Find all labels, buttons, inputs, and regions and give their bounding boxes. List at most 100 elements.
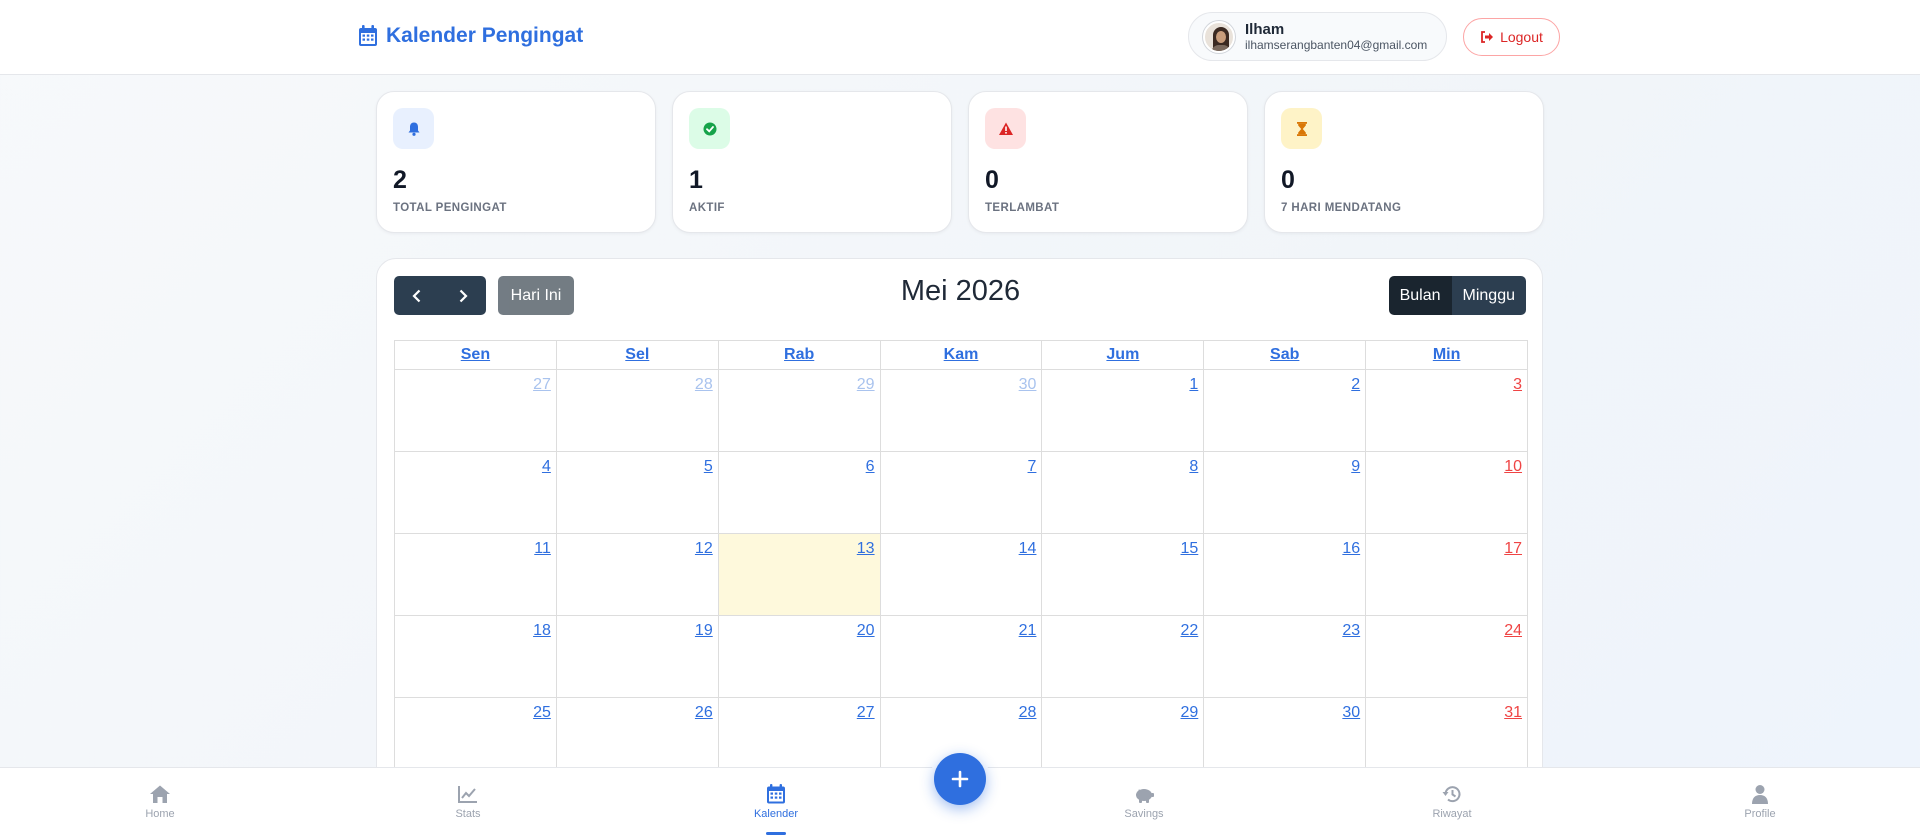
user-chip[interactable]: Ilham ilhamserangbanten04@gmail.com: [1188, 12, 1447, 61]
day-number[interactable]: 17: [1504, 540, 1522, 557]
active-tab-indicator: [766, 832, 786, 835]
nav-label: Savings: [1124, 808, 1164, 820]
day-number[interactable]: 20: [857, 622, 875, 639]
day-number[interactable]: 27: [857, 704, 875, 721]
day-cell[interactable]: 9: [1204, 452, 1367, 534]
day-cell[interactable]: 16: [1204, 534, 1367, 616]
prev-month-button[interactable]: [394, 276, 440, 315]
day-number[interactable]: 2: [1351, 376, 1360, 393]
day-number[interactable]: 10: [1504, 458, 1522, 475]
nav-item-kalender[interactable]: Kalender: [716, 784, 836, 820]
nav-item-savings[interactable]: Savings: [1084, 784, 1204, 820]
day-cell[interactable]: 6: [718, 452, 881, 534]
day-number[interactable]: 27: [533, 376, 551, 393]
stat-icon-wrap: [1281, 108, 1322, 149]
stat-value: 1: [689, 166, 703, 194]
app-title: Kalender Pengingat: [386, 24, 584, 47]
day-number[interactable]: 5: [704, 458, 713, 475]
weekday-header-cell[interactable]: Kam: [880, 341, 1043, 370]
day-number[interactable]: 24: [1504, 622, 1522, 639]
nav-item-riwayat[interactable]: Riwayat: [1392, 784, 1512, 820]
day-cell[interactable]: 17: [1366, 534, 1529, 616]
day-cell[interactable]: 14: [880, 534, 1043, 616]
day-number[interactable]: 8: [1189, 458, 1198, 475]
day-number[interactable]: 16: [1342, 540, 1360, 557]
logout-button[interactable]: Logout: [1463, 18, 1560, 56]
day-cell[interactable]: 2: [1204, 370, 1367, 452]
day-cell[interactable]: 1: [1042, 370, 1205, 452]
today-button[interactable]: Hari Ini: [498, 276, 574, 315]
weekday-header-cell[interactable]: Min: [1366, 341, 1529, 370]
day-cell[interactable]: 4: [395, 452, 557, 534]
day-number[interactable]: 31: [1504, 704, 1522, 721]
day-number[interactable]: 11: [534, 540, 551, 557]
bell-icon: [408, 122, 419, 136]
day-number[interactable]: 28: [1019, 704, 1037, 721]
day-cell[interactable]: 8: [1042, 452, 1205, 534]
day-cell[interactable]: 11: [395, 534, 557, 616]
day-number[interactable]: 29: [1181, 704, 1199, 721]
day-number[interactable]: 18: [533, 622, 551, 639]
view-month-button[interactable]: Bulan: [1388, 276, 1452, 315]
day-cell[interactable]: 7: [880, 452, 1043, 534]
day-cell[interactable]: 20: [718, 616, 881, 698]
day-number[interactable]: 22: [1181, 622, 1199, 639]
day-number[interactable]: 30: [1019, 376, 1037, 393]
day-cell[interactable]: 30: [880, 370, 1043, 452]
day-number[interactable]: 29: [857, 376, 875, 393]
day-cell[interactable]: 3: [1366, 370, 1529, 452]
next-month-button[interactable]: [440, 276, 486, 315]
day-number[interactable]: 23: [1342, 622, 1360, 639]
day-number[interactable]: 4: [542, 458, 551, 475]
weekday-header-cell[interactable]: Jum: [1042, 341, 1205, 370]
day-cell[interactable]: 23: [1204, 616, 1367, 698]
day-number[interactable]: 6: [866, 458, 875, 475]
calendar-week: 11 12 13 14 15 16 17: [395, 534, 1529, 616]
chevron-right-icon: [459, 289, 468, 302]
day-number[interactable]: 7: [1028, 458, 1037, 475]
stat-icon-wrap: [393, 108, 434, 149]
day-number[interactable]: 14: [1019, 540, 1037, 557]
day-number[interactable]: 26: [695, 704, 713, 721]
day-cell[interactable]: 27: [395, 370, 557, 452]
day-cell[interactable]: 15: [1042, 534, 1205, 616]
day-cell[interactable]: 5: [556, 452, 719, 534]
day-number[interactable]: 25: [533, 704, 551, 721]
calendar-grid: Sen Sel Rab Kam Jum Sab Min 27 28 29 30 …: [394, 340, 1529, 780]
day-cell[interactable]: 19: [556, 616, 719, 698]
day-number[interactable]: 3: [1513, 376, 1522, 393]
avatar: [1203, 20, 1235, 53]
plus-icon: [951, 770, 969, 788]
weekday-header: Sen Sel Rab Kam Jum Sab Min: [395, 341, 1529, 370]
day-cell[interactable]: 28: [556, 370, 719, 452]
user-email: ilhamserangbanten04@gmail.com: [1245, 38, 1428, 52]
day-cell[interactable]: 10: [1366, 452, 1529, 534]
weekday-header-cell[interactable]: Sen: [395, 341, 557, 370]
day-number[interactable]: 30: [1342, 704, 1360, 721]
day-number[interactable]: 21: [1019, 622, 1037, 639]
day-number[interactable]: 19: [695, 622, 713, 639]
day-number[interactable]: 1: [1189, 376, 1198, 393]
app-brand[interactable]: Kalender Pengingat: [358, 24, 583, 48]
day-number[interactable]: 28: [695, 376, 713, 393]
day-number[interactable]: 12: [695, 540, 713, 557]
nav-item-stats[interactable]: Stats: [408, 784, 528, 820]
day-number[interactable]: 13: [857, 540, 875, 557]
day-cell[interactable]: 21: [880, 616, 1043, 698]
stat-label: TERLAMBAT: [985, 202, 1060, 214]
weekday-header-cell[interactable]: Rab: [718, 341, 881, 370]
day-cell[interactable]: 29: [718, 370, 881, 452]
weekday-header-cell[interactable]: Sel: [556, 341, 719, 370]
day-cell[interactable]: 24: [1366, 616, 1529, 698]
day-cell[interactable]: 18: [395, 616, 557, 698]
day-cell[interactable]: 22: [1042, 616, 1205, 698]
nav-item-profile[interactable]: Profile: [1700, 784, 1820, 820]
weekday-header-cell[interactable]: Sab: [1204, 341, 1367, 370]
view-week-button[interactable]: Minggu: [1451, 276, 1526, 315]
day-cell[interactable]: 12: [556, 534, 719, 616]
day-cell-today[interactable]: 13: [718, 534, 881, 616]
add-reminder-button[interactable]: [934, 753, 986, 805]
day-number[interactable]: 15: [1181, 540, 1199, 557]
day-number[interactable]: 9: [1351, 458, 1360, 475]
nav-item-home[interactable]: Home: [100, 784, 220, 820]
